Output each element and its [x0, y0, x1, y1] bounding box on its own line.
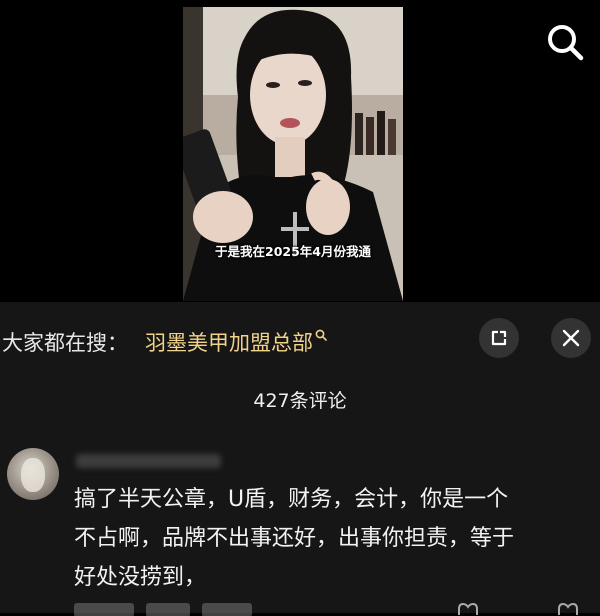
video-subtitle: 于是我在2025年4月份我通 [215, 244, 371, 259]
suggestion-query: 羽墨美甲加盟总部 [145, 331, 313, 355]
video-frame[interactable]: 于是我在2025年4月份我通 [183, 7, 403, 301]
reply-icon[interactable] [555, 603, 581, 615]
suggestion-query-link[interactable]: 羽墨美甲加盟总部 [145, 327, 327, 357]
heart-icon[interactable] [455, 603, 481, 615]
video-player[interactable]: 于是我在2025年4月份我通 [0, 0, 600, 302]
suggestion-prefix: 大家都在搜： [2, 331, 128, 355]
comment-line: 好处没捞到， [74, 565, 207, 590]
comment-count: 427条评论 [253, 390, 347, 412]
expand-button[interactable] [479, 318, 519, 358]
search-icon [548, 25, 584, 61]
avatar[interactable] [7, 448, 59, 500]
close-icon [562, 329, 580, 347]
username-redacted[interactable] [76, 454, 221, 468]
comment-body[interactable]: 搞了半天公章，U盾，财务，会计，你是一个 不占啊，品牌不出事还好，出事你担责，等… [74, 480, 574, 597]
mini-search-icon [315, 329, 327, 341]
comment-line: 搞了半天公章，U盾，财务，会计，你是一个 [74, 487, 509, 512]
expand-icon [491, 330, 507, 346]
close-button[interactable] [551, 318, 591, 358]
comment-meta-cropped [74, 602, 294, 616]
search-button[interactable] [543, 20, 587, 64]
comment-line: 不占啊，品牌不出事还好，出事你担责，等于 [74, 526, 515, 551]
comment-item: 搞了半天公章，U盾，财务，会计，你是一个 不占啊，品牌不出事还好，出事你担责，等… [0, 440, 600, 616]
